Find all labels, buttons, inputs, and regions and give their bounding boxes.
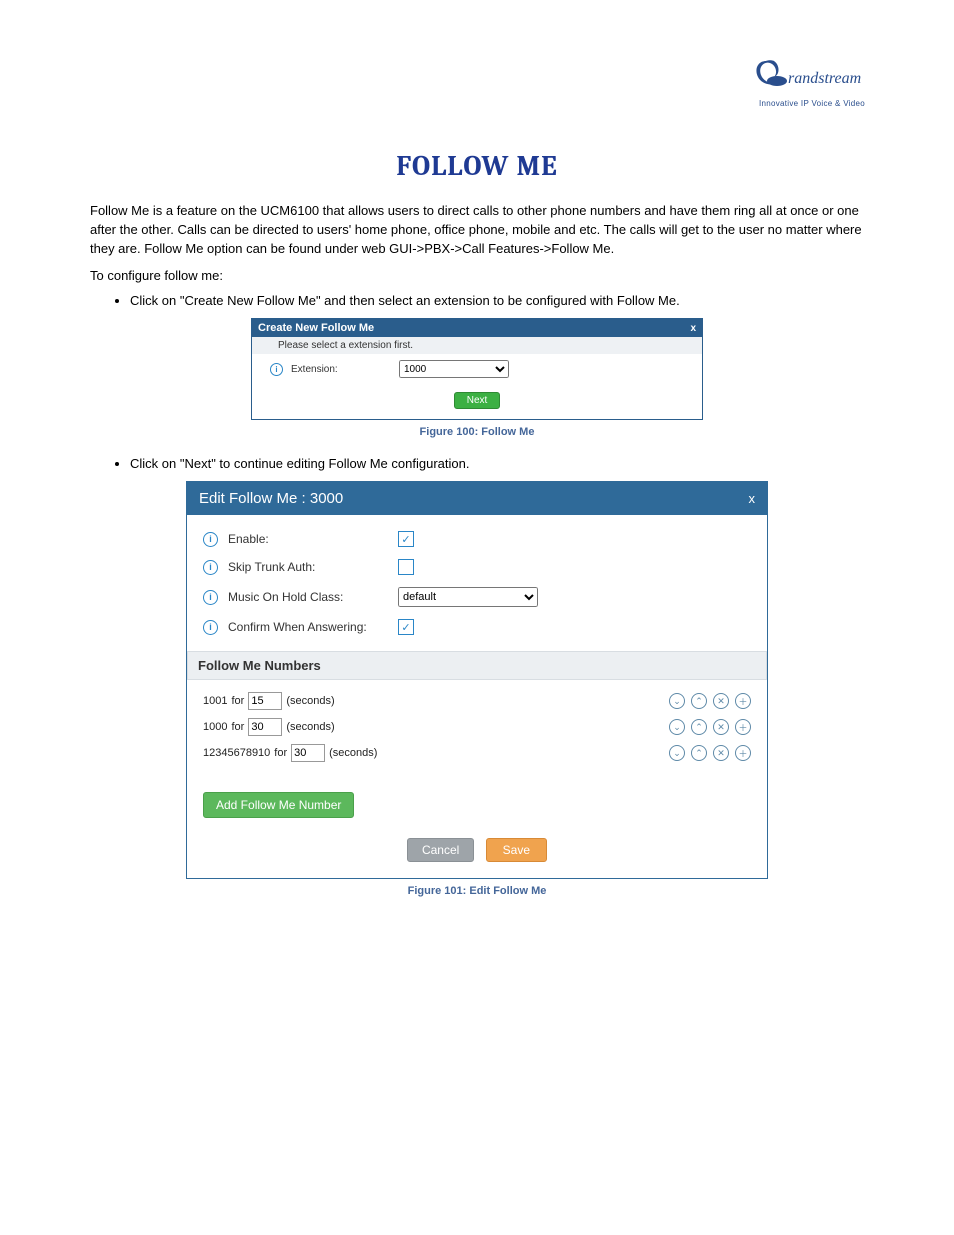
info-icon: i <box>203 560 218 575</box>
fm-number: 1000 <box>203 721 227 733</box>
follow-me-row: 12345678910 for (seconds) ⌄ ⌃ ✕ ＋ <box>203 740 751 766</box>
move-down-icon[interactable]: ⌄ <box>669 719 685 735</box>
fm-unit: (seconds) <box>286 695 334 707</box>
moh-class-label: Music On Hold Class: <box>228 590 388 604</box>
follow-me-numbers-section: Follow Me Numbers <box>187 651 767 680</box>
grandstream-logo-icon: randstream <box>752 55 872 97</box>
delete-icon[interactable]: ✕ <box>713 719 729 735</box>
page-title: FOLLOW ME <box>90 150 864 182</box>
fm-seconds-input[interactable] <box>248 718 282 736</box>
follow-me-numbers-list: 1001 for (seconds) ⌄ ⌃ ✕ ＋ 1000 <box>203 688 751 766</box>
create-follow-me-dialog: Create New Follow Me x Please select a e… <box>251 318 703 420</box>
info-icon: i <box>203 590 218 605</box>
brand-subtext: Innovative IP Voice & Video <box>752 99 872 108</box>
confirm-answer-checkbox[interactable]: ✓ <box>398 619 414 635</box>
brand-logo: randstream Innovative IP Voice & Video <box>752 55 872 108</box>
fm-unit: (seconds) <box>286 721 334 733</box>
delete-icon[interactable]: ✕ <box>713 693 729 709</box>
fm-seconds-input[interactable] <box>291 744 325 762</box>
brand-text: randstream <box>788 70 861 87</box>
fm-for: for <box>274 747 287 759</box>
move-up-icon[interactable]: ⌃ <box>691 719 707 735</box>
extension-select[interactable]: 1000 <box>399 360 509 378</box>
cancel-button[interactable]: Cancel <box>407 838 474 862</box>
dialog1-subheader: Please select a extension first. <box>252 337 702 354</box>
dialog2-title: Edit Follow Me : 3000 <box>199 490 343 507</box>
fm-for: for <box>231 695 244 707</box>
info-icon: i <box>203 620 218 635</box>
moh-class-select[interactable]: default <box>398 587 538 607</box>
add-icon[interactable]: ＋ <box>735 693 751 709</box>
dialog2-header: Edit Follow Me : 3000 x <box>187 482 767 515</box>
fm-number: 1001 <box>203 695 227 707</box>
skip-trunk-auth-label: Skip Trunk Auth: <box>228 560 388 574</box>
move-down-icon[interactable]: ⌄ <box>669 745 685 761</box>
intro-text: Follow Me is a feature on the UCM6100 th… <box>90 202 864 285</box>
confirm-answer-label: Confirm When Answering: <box>228 620 388 634</box>
dialog1-title: Create New Follow Me <box>258 322 374 334</box>
fm-seconds-input[interactable] <box>248 692 282 710</box>
follow-me-row: 1001 for (seconds) ⌄ ⌃ ✕ ＋ <box>203 688 751 714</box>
info-icon: i <box>203 532 218 547</box>
add-icon[interactable]: ＋ <box>735 745 751 761</box>
move-up-icon[interactable]: ⌃ <box>691 745 707 761</box>
bullet-1: Click on "Create New Follow Me" and then… <box>130 293 864 308</box>
fm-for: for <box>231 721 244 733</box>
figure-2-caption: Figure 101: Edit Follow Me <box>90 885 864 897</box>
fm-unit: (seconds) <box>329 747 377 759</box>
move-up-icon[interactable]: ⌃ <box>691 693 707 709</box>
close-icon[interactable]: x <box>749 491 756 506</box>
move-down-icon[interactable]: ⌄ <box>669 693 685 709</box>
add-follow-me-number-button[interactable]: Add Follow Me Number <box>203 792 354 818</box>
bullet-2: Click on "Next" to continue editing Foll… <box>130 456 864 471</box>
delete-icon[interactable]: ✕ <box>713 745 729 761</box>
next-button[interactable]: Next <box>454 392 501 409</box>
fm-number: 12345678910 <box>203 747 270 759</box>
close-icon[interactable]: x <box>690 323 696 334</box>
figure-1-caption: Figure 100: Follow Me <box>90 426 864 438</box>
enable-label: Enable: <box>228 532 388 546</box>
extension-label: Extension: <box>291 364 391 375</box>
save-button[interactable]: Save <box>486 838 547 862</box>
dialog1-header: Create New Follow Me x <box>252 319 702 337</box>
skip-trunk-auth-checkbox[interactable] <box>398 559 414 575</box>
info-icon: i <box>270 363 283 376</box>
intro-paragraph-1: Follow Me is a feature on the UCM6100 th… <box>90 202 864 259</box>
intro-paragraph-2: To configure follow me: <box>90 267 864 286</box>
enable-checkbox[interactable]: ✓ <box>398 531 414 547</box>
add-icon[interactable]: ＋ <box>735 719 751 735</box>
edit-follow-me-dialog: Edit Follow Me : 3000 x i Enable: ✓ i Sk… <box>186 481 768 879</box>
follow-me-row: 1000 for (seconds) ⌄ ⌃ ✕ ＋ <box>203 714 751 740</box>
